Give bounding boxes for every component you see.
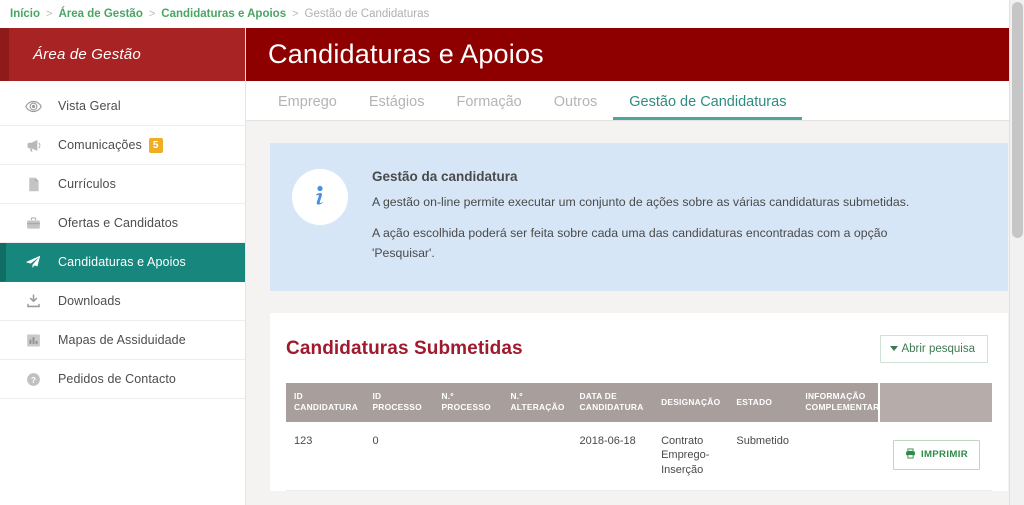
info-paragraph: A ação escolhida poderá ser feita sobre … [372, 225, 888, 260]
caret-down-icon [890, 346, 899, 351]
open-search-label: Abrir pesquisa [901, 343, 975, 355]
tab-bar: Emprego Estágios Formação Outros Gestão … [246, 81, 1024, 121]
sidebar-item-ofertas-e-candidatos[interactable]: Ofertas e Candidatos [0, 204, 245, 243]
breadcrumb: Início > Área de Gestão > Candidaturas e… [0, 0, 1024, 28]
breadcrumb-item-area-de-gestao[interactable]: Área de Gestão [58, 8, 142, 20]
document-icon [21, 176, 45, 193]
info-body: Gestão da candidatura A gestão on-line p… [372, 165, 932, 264]
table-head: ID CANDIDATURA ID PROCESSO N.º PROCESSO … [286, 383, 992, 422]
sidebar-item-comunicacoes[interactable]: Comunicações 5 [0, 126, 245, 165]
column-header-n-alteracao[interactable]: N.º ALTERAÇÃO [502, 383, 572, 422]
column-header-n-processo[interactable]: N.º PROCESSO [433, 383, 503, 422]
column-header-id-processo[interactable]: ID PROCESSO [364, 383, 434, 422]
printer-icon [905, 448, 916, 462]
cell-id-candidatura: 123 [286, 421, 365, 491]
cell-actions: IMPRIMIR [878, 421, 992, 491]
sidebar-item-mapas-de-assiduidade[interactable]: Mapas de Assiduidade [0, 321, 245, 360]
cell-n-processo [433, 421, 503, 491]
paper-plane-icon [21, 253, 45, 271]
print-button[interactable]: IMPRIMIR [892, 439, 980, 470]
tab-gestao-de-candidaturas[interactable]: Gestão de Candidaturas [613, 94, 803, 120]
info-panel: Gestão da candidatura A gestão on-line p… [270, 143, 1008, 291]
briefcase-icon [21, 215, 45, 232]
page-title: Candidaturas e Apoios [268, 39, 544, 69]
table-header-row: ID CANDIDATURA ID PROCESSO N.º PROCESSO … [286, 383, 992, 422]
sidebar-item-downloads[interactable]: Downloads [0, 282, 245, 321]
sidebar-item-label: Ofertas e Candidatos [58, 216, 179, 230]
sidebar-item-curriculos[interactable]: Currículos [0, 165, 245, 204]
submissions-card: Candidaturas Submetidas Abrir pesquisa I… [270, 313, 1008, 491]
sidebar: Área de Gestão Vista Geral Comunicações 5 [0, 28, 246, 505]
cell-designacao: Contrato Emprego-Inserção [653, 421, 729, 491]
sidebar-item-pedidos-de-contacto[interactable]: ? Pedidos de Contacto [0, 360, 245, 399]
cell-estado: Submetido [728, 421, 798, 491]
svg-text:?: ? [30, 375, 35, 385]
tab-estagios[interactable]: Estágios [353, 94, 441, 121]
sidebar-item-label: Comunicações 5 [58, 137, 163, 153]
breadcrumb-item-gestao-de-candidaturas: Gestão de Candidaturas [304, 8, 430, 20]
question-circle-icon: ? [21, 371, 45, 388]
sidebar-item-label: Mapas de Assiduidade [58, 333, 186, 347]
column-header-informacao-complementar[interactable]: INFORMAÇÃO COMPLEMENTAR [797, 383, 879, 422]
sidebar-item-vista-geral[interactable]: Vista Geral [0, 87, 245, 126]
sidebar-header: Área de Gestão [0, 28, 245, 81]
table-wrapper: ID CANDIDATURA ID PROCESSO N.º PROCESSO … [270, 383, 1008, 491]
info-paragraph: A gestão on-line permite executar um con… [372, 195, 910, 209]
table-row[interactable]: 123 0 2018-06-18 Contrato Emprego-Inserç… [286, 421, 992, 491]
cell-informacao-complementar [797, 421, 879, 491]
page-layout: Área de Gestão Vista Geral Comunicações 5 [0, 28, 1024, 505]
tab-outros[interactable]: Outros [538, 94, 614, 121]
submissions-table: ID CANDIDATURA ID PROCESSO N.º PROCESSO … [286, 383, 992, 491]
card-header: Candidaturas Submetidas Abrir pesquisa [270, 313, 1008, 383]
sidebar-item-label: Downloads [58, 294, 121, 308]
sidebar-item-label: Currículos [58, 177, 116, 191]
open-search-button[interactable]: Abrir pesquisa [880, 335, 988, 363]
page-header: Candidaturas e Apoios [246, 28, 1024, 81]
vertical-scrollbar[interactable] [1009, 0, 1024, 505]
info-circle-icon [292, 169, 348, 225]
sidebar-item-label: Candidaturas e Apoios [58, 255, 186, 269]
breadcrumb-item-candidaturas-e-apoios[interactable]: Candidaturas e Apoios [161, 8, 286, 20]
cell-id-processo: 0 [364, 421, 434, 491]
breadcrumb-separator: > [46, 8, 53, 20]
main-area: Candidaturas e Apoios Emprego Estágios F… [246, 28, 1024, 505]
breadcrumb-separator: > [148, 8, 156, 20]
sidebar-header-title: Área de Gestão [33, 46, 141, 63]
sidebar-badge-count: 5 [148, 137, 163, 153]
bar-chart-icon [21, 332, 45, 349]
info-title: Gestão da candidatura [372, 169, 518, 184]
column-header-designacao[interactable]: DESIGNAÇÃO [653, 383, 729, 422]
cell-data-candidatura: 2018-06-18 [571, 421, 654, 491]
column-header-data-de-candidatura[interactable]: DATA DE CANDIDATURA [571, 383, 654, 422]
eye-icon [21, 98, 45, 115]
column-header-id-candidatura[interactable]: ID CANDIDATURA [286, 383, 365, 422]
app-window: Início > Área de Gestão > Candidaturas e… [0, 0, 1024, 505]
download-icon [21, 293, 45, 310]
print-button-label: IMPRIMIR [920, 449, 968, 461]
sidebar-item-label: Vista Geral [58, 99, 121, 113]
tab-formacao[interactable]: Formação [440, 94, 537, 121]
column-header-estado[interactable]: ESTADO [728, 383, 798, 422]
sidebar-item-candidaturas-e-apoios[interactable]: Candidaturas e Apoios [0, 243, 245, 282]
card-title: Candidaturas Submetidas [286, 338, 523, 359]
column-header-actions [877, 383, 992, 422]
breadcrumb-item-inicio[interactable]: Início [10, 8, 40, 20]
tab-emprego[interactable]: Emprego [262, 94, 353, 121]
breadcrumb-separator: > [292, 8, 299, 20]
cell-n-alteracao [502, 421, 572, 491]
megaphone-icon [21, 137, 45, 154]
scrollbar-thumb[interactable] [1012, 2, 1023, 238]
sidebar-item-label: Pedidos de Contacto [58, 372, 176, 386]
content-area: Gestão da candidatura A gestão on-line p… [246, 121, 1024, 505]
sidebar-nav: Vista Geral Comunicações 5 Currículos Of… [0, 81, 245, 505]
table-body: 123 0 2018-06-18 Contrato Emprego-Inserç… [286, 421, 992, 491]
